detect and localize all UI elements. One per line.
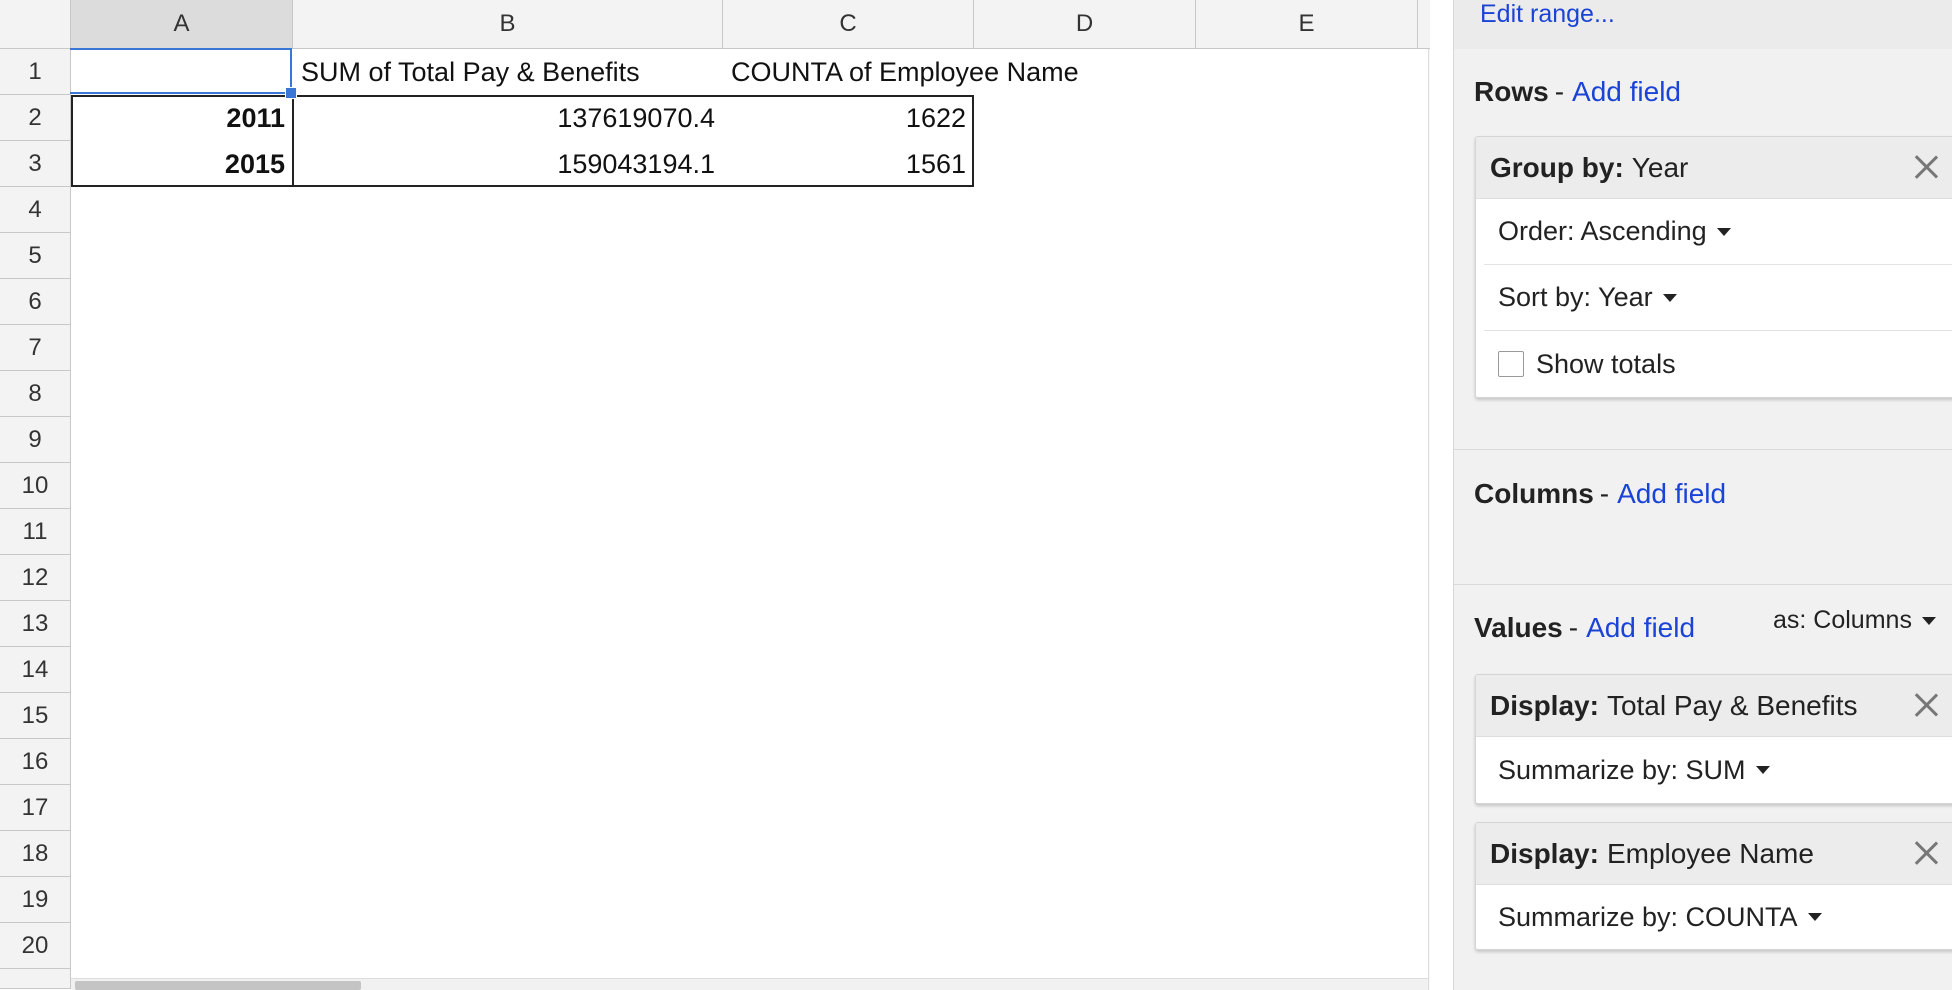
- summarize-label: Summarize by: COUNTA: [1498, 901, 1798, 932]
- row-header[interactable]: 7: [0, 325, 71, 371]
- row-header[interactable]: 9: [0, 417, 71, 463]
- row-header[interactable]: 2: [0, 95, 71, 141]
- column-header-overflow: [1418, 0, 1430, 49]
- chevron-down-icon: [1755, 766, 1770, 774]
- row-header[interactable]: 12: [0, 555, 71, 601]
- chevron-down-icon: [1716, 227, 1731, 236]
- group-by-label: Group by:: [1490, 151, 1624, 183]
- row-header-overflow: [0, 969, 71, 989]
- sort-by-dropdown[interactable]: Sort by: Year: [1484, 265, 1952, 331]
- values-section-header: Values - Add field: [1474, 612, 1695, 644]
- row-header[interactable]: 4: [0, 187, 71, 233]
- group-by-card: Group by: Year Order: Ascending Sort by:…: [1475, 136, 1952, 398]
- row-header[interactable]: 17: [0, 785, 71, 831]
- columns-title: Columns: [1474, 478, 1594, 509]
- row-header[interactable]: 16: [0, 739, 71, 785]
- rows-add-field-link[interactable]: Add field: [1572, 76, 1681, 107]
- edit-range-link[interactable]: Edit range...: [1480, 0, 1615, 29]
- section-divider: [1454, 449, 1952, 450]
- order-label: Order: Ascending: [1498, 216, 1707, 246]
- row-header[interactable]: 11: [0, 509, 71, 555]
- column-header-b[interactable]: B: [293, 0, 723, 49]
- summarize-by-dropdown[interactable]: Summarize by: SUM: [1476, 737, 1952, 803]
- column-header-a[interactable]: A: [71, 0, 293, 49]
- cell-b1[interactable]: SUM of Total Pay & Benefits: [293, 49, 723, 95]
- values-title: Values: [1474, 612, 1563, 643]
- group-by-field: Year: [1631, 151, 1689, 183]
- row-header[interactable]: 19: [0, 877, 71, 923]
- order-dropdown[interactable]: Order: Ascending: [1484, 199, 1952, 265]
- columns-section-header: Columns - Add field: [1474, 478, 1726, 510]
- row-header[interactable]: 15: [0, 693, 71, 739]
- pivot-table-border: [71, 95, 974, 187]
- summarize-label: Summarize by: SUM: [1498, 754, 1746, 785]
- display-field: Total Pay & Benefits: [1606, 689, 1858, 721]
- column-header-c[interactable]: C: [723, 0, 974, 49]
- row-header[interactable]: 20: [0, 923, 71, 969]
- pivot-editor-panel: Edit range... Rows - Add field Group by: Y…: [1453, 0, 1952, 990]
- pivot-row-divider: [292, 95, 294, 187]
- display-field: Employee Name: [1606, 837, 1814, 869]
- chevron-down-icon: [1662, 293, 1677, 302]
- cell-c1[interactable]: COUNTA of Employee Name: [723, 49, 1143, 95]
- remove-group-close-icon[interactable]: [1909, 150, 1943, 184]
- value-card-header: Display: Employee Name: [1476, 823, 1952, 885]
- columns-dash: -: [1599, 478, 1610, 509]
- value-card-employee-name: Display: Employee Name Summarize by: COU…: [1475, 822, 1952, 950]
- value-card-header: Display: Total Pay & Benefits: [1476, 675, 1952, 737]
- group-by-card-header: Group by: Year: [1476, 137, 1952, 199]
- values-add-field-link[interactable]: Add field: [1586, 612, 1695, 643]
- horizontal-scroll-thumb[interactable]: [75, 981, 361, 990]
- row-header[interactable]: 5: [0, 233, 71, 279]
- rows-dash: -: [1554, 76, 1565, 107]
- show-totals-row[interactable]: Show totals: [1476, 331, 1952, 397]
- rows-title: Rows: [1474, 76, 1549, 107]
- spreadsheet-grid[interactable]: A B C D E 1 2 3 4 5 6 7 8 9 10 11 12 13 14 15 16 17 18 19 2…: [0, 0, 1430, 990]
- remove-value-close-icon[interactable]: [1909, 688, 1943, 722]
- row-header[interactable]: 6: [0, 279, 71, 325]
- row-header[interactable]: 13: [0, 601, 71, 647]
- show-totals-label: Show totals: [1536, 348, 1676, 379]
- values-dash: -: [1568, 612, 1579, 643]
- chevron-down-icon: [1921, 617, 1936, 626]
- value-card-total-pay: Display: Total Pay & Benefits Summarize …: [1475, 674, 1952, 804]
- column-header-d[interactable]: D: [974, 0, 1196, 49]
- row-header[interactable]: 8: [0, 371, 71, 417]
- values-as-dropdown[interactable]: as: Columns: [1773, 606, 1936, 635]
- values-as-label: as: Columns: [1773, 606, 1912, 634]
- row-header[interactable]: 18: [0, 831, 71, 877]
- section-divider: [1454, 584, 1952, 585]
- fill-handle[interactable]: [285, 87, 297, 99]
- row-header[interactable]: 10: [0, 463, 71, 509]
- row-header[interactable]: 3: [0, 141, 71, 187]
- sort-label: Sort by: Year: [1498, 282, 1653, 312]
- chevron-down-icon: [1807, 913, 1822, 921]
- show-totals-checkbox[interactable]: [1498, 351, 1524, 377]
- columns-add-field-link[interactable]: Add field: [1617, 478, 1726, 509]
- rows-section-header: Rows - Add field: [1474, 76, 1681, 108]
- remove-value-close-icon[interactable]: [1909, 836, 1943, 870]
- summarize-by-dropdown[interactable]: Summarize by: COUNTA: [1476, 885, 1952, 949]
- vertical-scrollbar[interactable]: [1428, 49, 1430, 990]
- display-label: Display:: [1490, 689, 1599, 721]
- display-label: Display:: [1490, 837, 1599, 869]
- row-header[interactable]: 1: [0, 49, 71, 95]
- row-header[interactable]: 14: [0, 647, 71, 693]
- column-header-e[interactable]: E: [1196, 0, 1418, 49]
- select-all-corner[interactable]: [0, 0, 71, 49]
- selected-cell-outline: [70, 48, 292, 94]
